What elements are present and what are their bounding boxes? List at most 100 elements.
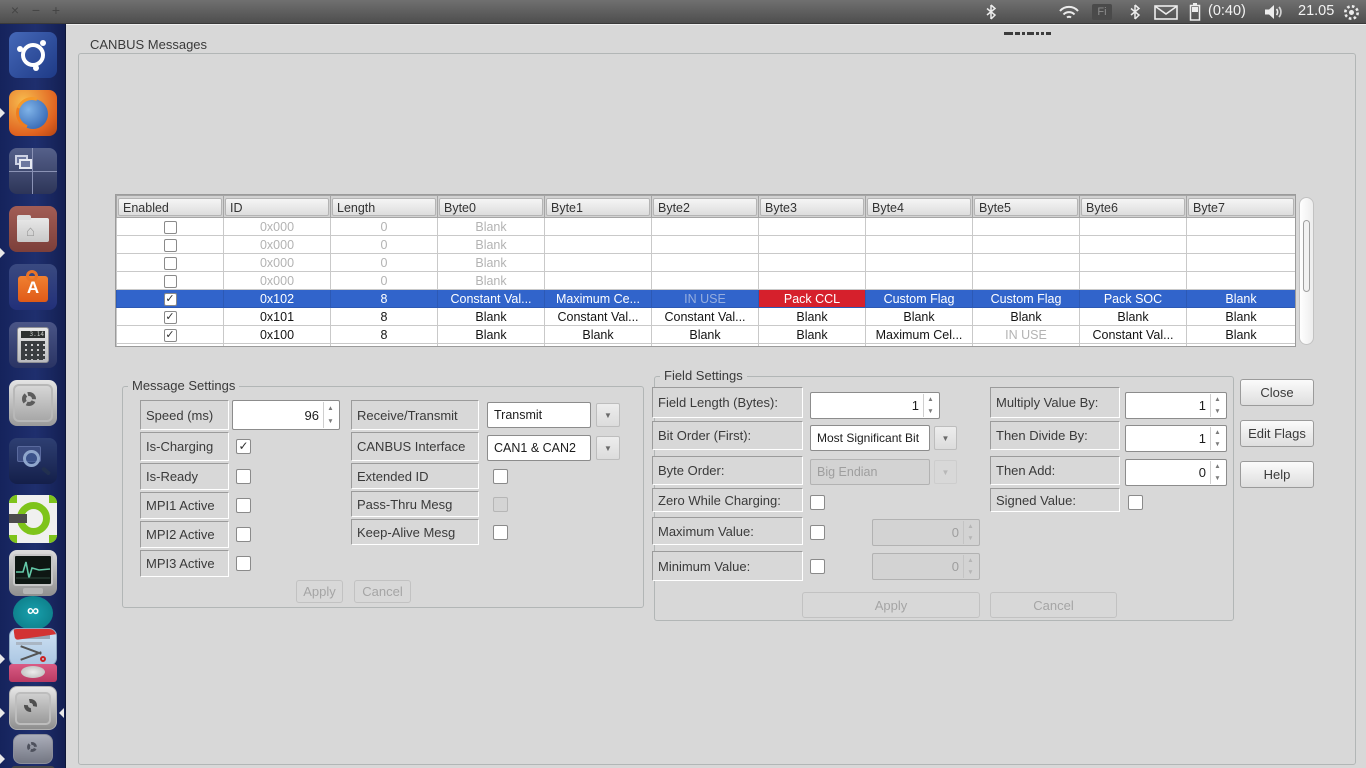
is-charging-checkbox[interactable] (236, 439, 251, 454)
byte-cell[interactable]: Blank (438, 326, 545, 344)
byte-cell[interactable] (652, 254, 759, 272)
byte-cell[interactable]: Constant Val... (652, 308, 759, 326)
enabled-cell[interactable] (117, 272, 224, 290)
col-header-byte0[interactable]: Byte0 (438, 196, 545, 218)
byte-cell[interactable]: Constant Val... (438, 290, 545, 308)
byte-cell[interactable]: Blank (1187, 308, 1296, 326)
length-cell[interactable]: 8 (331, 308, 438, 326)
row-enabled-checkbox[interactable] (164, 257, 177, 270)
enabled-cell[interactable]: ✓ (117, 290, 224, 308)
byte-cell[interactable] (866, 254, 973, 272)
enabled-cell[interactable] (117, 218, 224, 236)
table-row[interactable]: 0x0000Blank (117, 254, 1296, 272)
byte-cell[interactable] (866, 272, 973, 290)
dock-item-gear-app-focused[interactable] (9, 686, 57, 730)
row-enabled-checkbox[interactable] (164, 221, 177, 234)
window-maximize-button[interactable]: + (47, 2, 65, 18)
bit-order-combo-arrow[interactable]: ▼ (934, 426, 957, 450)
table-row[interactable]: 0x0000Blank (117, 218, 1296, 236)
byte-cell[interactable] (973, 254, 1080, 272)
row-enabled-checkbox[interactable]: ✓ (164, 311, 177, 324)
table-row[interactable]: 0x0000Blank (117, 236, 1296, 254)
dock-item-workspace-switcher[interactable] (9, 148, 57, 194)
byte-cell[interactable]: Blank (1080, 308, 1187, 326)
dock-item-system-monitor[interactable] (9, 550, 57, 596)
table-scrollbar[interactable] (1299, 197, 1314, 345)
byte-cell[interactable]: Custom Flag (973, 290, 1080, 308)
byte-cell[interactable]: Blank (1187, 326, 1296, 344)
enabled-cell[interactable] (117, 254, 224, 272)
id-cell[interactable]: 0x000 (224, 254, 331, 272)
col-header-enabled[interactable]: Enabled (117, 196, 224, 218)
window-minimize-button[interactable]: − (27, 2, 45, 18)
byte-cell[interactable]: Constant Val... (1080, 326, 1187, 344)
enabled-cell[interactable] (117, 236, 224, 254)
byte-cell[interactable] (866, 218, 973, 236)
col-header-length[interactable]: Length (331, 196, 438, 218)
canbus-interface-combo[interactable]: CAN1 & CAN2 (487, 435, 591, 461)
dock-item-ubuntu-dash[interactable] (9, 32, 57, 78)
dock-item-software-center[interactable]: A (9, 264, 57, 310)
byte-cell[interactable]: Blank (438, 272, 545, 290)
col-header-byte6[interactable]: Byte6 (1080, 196, 1187, 218)
length-cell[interactable]: 8 (331, 326, 438, 344)
field-apply-button[interactable]: Apply (802, 592, 980, 618)
wifi-icon[interactable] (1058, 5, 1080, 25)
dock-item-gear-app-faded[interactable] (13, 734, 53, 764)
id-cell[interactable]: 0x000 (224, 236, 331, 254)
bit-order-combo[interactable]: Most Significant Bit (810, 425, 930, 451)
length-cell[interactable]: 0 (331, 254, 438, 272)
mail-icon[interactable] (1154, 5, 1178, 25)
multiply-value-spinner[interactable]: 1▲▼ (1125, 392, 1227, 419)
length-cell[interactable]: 0 (331, 236, 438, 254)
minimum-value-checkbox[interactable] (810, 559, 825, 574)
then-divide-spinner[interactable]: 1▲▼ (1125, 425, 1227, 452)
byte-cell[interactable]: Maximum Ce... (545, 290, 652, 308)
byte-cell[interactable] (973, 236, 1080, 254)
byte-cell[interactable] (652, 236, 759, 254)
help-button[interactable]: Help (1240, 461, 1314, 488)
dock-item-can-tool[interactable] (9, 495, 57, 543)
row-enabled-checkbox[interactable]: ✓ (164, 329, 177, 342)
table-row[interactable]: ✓0x1018BlankConstant Val...Constant Val.… (117, 308, 1296, 326)
byte-cell[interactable]: Blank (438, 308, 545, 326)
col-header-byte3[interactable]: Byte3 (759, 196, 866, 218)
battery-icon[interactable] (1189, 3, 1201, 26)
byte-cell[interactable]: Blank (652, 326, 759, 344)
byte-cell[interactable]: Blank (438, 218, 545, 236)
byte-cell[interactable] (759, 236, 866, 254)
byte-cell[interactable]: Pack SOC (1080, 290, 1187, 308)
col-header-byte2[interactable]: Byte2 (652, 196, 759, 218)
byte-cell[interactable] (1187, 236, 1296, 254)
length-cell[interactable]: 0 (331, 272, 438, 290)
byte-cell[interactable]: IN USE (973, 326, 1080, 344)
length-cell[interactable]: 0 (331, 218, 438, 236)
dock-item-files[interactable]: ⌂ (9, 206, 57, 252)
is-ready-checkbox[interactable] (236, 469, 251, 484)
dock-item-platform-tray[interactable] (9, 664, 57, 682)
field-cancel-button[interactable]: Cancel (990, 592, 1117, 618)
byte-cell[interactable]: Pack CCL (759, 290, 866, 308)
id-cell[interactable]: 0x000 (224, 272, 331, 290)
col-header-id[interactable]: ID (224, 196, 331, 218)
receive-transmit-combo[interactable]: Transmit (487, 402, 591, 428)
byte-cell[interactable]: Constant Val... (545, 308, 652, 326)
byte-cell[interactable] (1187, 254, 1296, 272)
pass-thru-mesg-checkbox[interactable] (493, 497, 508, 512)
byte-cell[interactable]: Blank (973, 308, 1080, 326)
byte-cell[interactable]: Blank (1187, 290, 1296, 308)
minimum-value-spinner[interactable]: 0▲▼ (872, 553, 980, 580)
row-enabled-checkbox[interactable] (164, 275, 177, 288)
mpi1-active-checkbox[interactable] (236, 498, 251, 513)
byte-order-combo[interactable]: Big Endian (810, 459, 930, 485)
byte-cell[interactable]: Blank (438, 236, 545, 254)
col-header-byte7[interactable]: Byte7 (1187, 196, 1296, 218)
window-close-button[interactable]: × (6, 2, 24, 18)
byte-cell[interactable]: Maximum Cel... (866, 326, 973, 344)
dock-item-calculator[interactable]: 3.14 (9, 322, 57, 368)
edit-flags-button[interactable]: Edit Flags (1240, 420, 1314, 447)
col-header-byte1[interactable]: Byte1 (545, 196, 652, 218)
maximum-value-checkbox[interactable] (810, 525, 825, 540)
dock-item-screenshot-tool[interactable] (9, 438, 57, 484)
id-cell[interactable]: 0x102 (224, 290, 331, 308)
